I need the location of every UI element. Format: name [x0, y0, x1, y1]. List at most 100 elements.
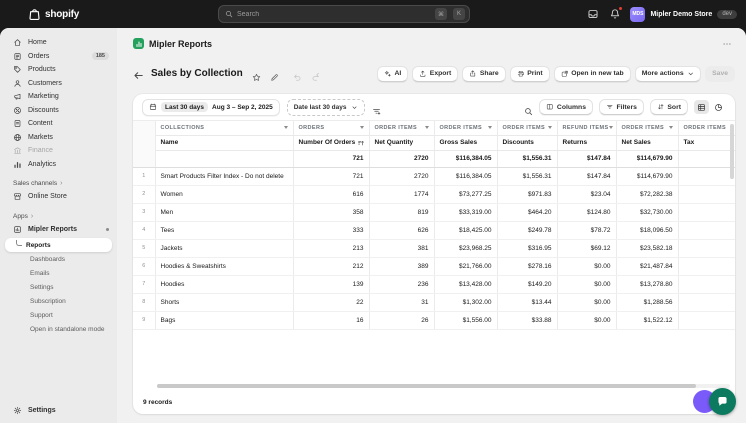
global-search[interactable]: ⌘ K	[218, 5, 470, 23]
horizontal-scrollbar[interactable]	[133, 382, 735, 390]
column-group-header[interactable]: ORDER ITEMS	[678, 121, 735, 136]
cell-value: $13,278.80	[616, 275, 679, 294]
column-group-header[interactable]: ORDERS	[293, 121, 370, 136]
chat-bubble-icon	[718, 396, 727, 406]
redo-button[interactable]	[311, 69, 320, 81]
sidebar-item-products[interactable]: Products	[0, 63, 117, 77]
sales-channels-header[interactable]: Sales channels ›	[13, 180, 109, 187]
table-search-button[interactable]	[524, 103, 533, 115]
app-subitem-reports[interactable]: Reports	[5, 238, 112, 252]
table-row[interactable]: 2 Women 616 1774 $73,277.25 $971.83 $23.04 $72,…	[133, 185, 735, 204]
table-row[interactable]: 8 Shorts 22 31 $1,302.00 $13.44 $0.00 $1,288.56	[133, 293, 735, 312]
column-header-tax[interactable]: Tax	[678, 135, 735, 151]
chevron-down-icon	[351, 104, 358, 111]
column-header-name[interactable]: Name	[155, 135, 294, 151]
chevron-down-icon	[687, 70, 695, 78]
shopify-logo[interactable]: shopify	[28, 8, 79, 21]
app-subitem-open-in-standalone-mode[interactable]: Open in standalone mode	[0, 322, 117, 336]
table-row[interactable]: 4 Tees 333 626 $18,425.00 $249.78 $78.72 $18,09…	[133, 221, 735, 240]
sidebar-item-marketing[interactable]: Marketing	[0, 90, 117, 104]
back-button[interactable]	[133, 68, 144, 79]
favorite-button[interactable]	[252, 69, 261, 81]
column-group-header[interactable]: REFUND ITEMS	[557, 121, 617, 136]
column-group-header[interactable]: ORDER ITEMS	[369, 121, 435, 136]
totals-cell: $116,384.05	[434, 150, 498, 168]
more-actions-button[interactable]: More actions	[634, 65, 702, 82]
rename-button[interactable]	[270, 69, 279, 81]
column-group-header[interactable]: ORDER ITEMS	[616, 121, 679, 136]
cell-value: $32,730.00	[616, 203, 679, 222]
app-subnav: Reports Dashboards Emails Settings Subscript…	[0, 238, 117, 336]
app-title: Mipler Reports	[149, 38, 213, 49]
sidebar-item-markets[interactable]: Markets	[0, 131, 117, 145]
save-button[interactable]: Save	[705, 65, 735, 82]
orders-count-badge: 185	[91, 52, 109, 61]
shopify-wordmark: shopify	[45, 8, 80, 20]
sort-button[interactable]: Sort	[649, 99, 688, 115]
app-more-button[interactable]	[720, 39, 734, 49]
app-subitem-subscription[interactable]: Subscription	[0, 294, 117, 308]
sidebar-item-customers[interactable]: Customers	[0, 77, 117, 91]
column-header-discounts[interactable]: Discounts	[497, 135, 558, 151]
column-group-header[interactable]: COLLECTIONS	[155, 121, 294, 136]
app-subitem-settings[interactable]: Settings	[0, 280, 117, 294]
ai-button[interactable]: AI	[376, 65, 409, 82]
date-range-picker[interactable]: Last 30 days Aug 3 – Sep 2, 2025	[142, 98, 280, 116]
sidebar-item-discounts[interactable]: Discounts	[0, 104, 117, 118]
share-button[interactable]: Share	[462, 65, 506, 82]
date-filter-dropdown[interactable]: Date last 30 days	[286, 98, 365, 116]
sidebar-item-content[interactable]: Content	[0, 117, 117, 131]
chart-view-button[interactable]	[711, 100, 726, 114]
vertical-scrollbar[interactable]	[730, 124, 734, 179]
sidebar-item-home[interactable]: Home	[0, 36, 117, 50]
column-group-header[interactable]: ORDER ITEMS	[497, 121, 558, 136]
cell-value	[678, 257, 735, 276]
table-row[interactable]: 7 Hoodies 139 236 $13,428.00 $149.20 $0.00 $13,…	[133, 275, 735, 294]
cell-name: Hoodies & Sweatshirts	[155, 257, 294, 276]
cell-value	[678, 239, 735, 258]
column-header-number-of-orders[interactable]: Number Of Orders	[293, 135, 370, 151]
sidebar-item-orders[interactable]: Orders 185	[0, 50, 117, 64]
apps-header[interactable]: Apps ›	[13, 213, 109, 220]
row-number: 2	[133, 185, 156, 204]
table-row[interactable]: 1 Smart Products Filter Index - Do not de…	[133, 167, 735, 186]
sidebar-item-finance[interactable]: Finance	[0, 144, 117, 158]
app-subitem-emails[interactable]: Emails	[0, 266, 117, 280]
horizontal-scrollbar-thumb[interactable]	[157, 384, 696, 388]
search-input[interactable]	[237, 10, 429, 18]
column-header-returns[interactable]: Returns	[557, 135, 617, 151]
table-row[interactable]: 6 Hoodies & Sweatshirts 212 389 $21,766.00 $2…	[133, 257, 735, 276]
cell-value: 358	[293, 203, 370, 222]
app-subitem-support[interactable]: Support	[0, 308, 117, 322]
column-header-gross-sales[interactable]: Gross Sales	[434, 135, 498, 151]
cell-value: $33,319.00	[434, 203, 498, 222]
sidebar-item-settings[interactable]: Settings	[0, 404, 117, 418]
column-header-net-quantity[interactable]: Net Quantity	[369, 135, 435, 151]
sidebar-item-online-store[interactable]: Online Store	[0, 190, 117, 204]
redo-icon	[311, 73, 320, 82]
notifications-button[interactable]	[608, 5, 624, 21]
sidebar-item-analytics[interactable]: Analytics	[0, 158, 117, 172]
table-row[interactable]: 3 Men 358 819 $33,319.00 $464.20 $124.80 $32,73…	[133, 203, 735, 222]
customers-icon	[13, 79, 22, 88]
column-header-net-sales[interactable]: Net Sales	[616, 135, 679, 151]
totals-cell: $147.84	[557, 150, 617, 168]
print-button[interactable]: Print	[509, 65, 550, 82]
sidebar-item-mipler-reports[interactable]: Mipler Reports	[0, 223, 117, 237]
undo-button[interactable]	[293, 69, 302, 81]
totals-row: 721 2720 $116,384.05 $1,556.31 $147.84 $114,6…	[133, 150, 735, 168]
table-row[interactable]: 9 Bags 16 26 $1,556.00 $33.88 $0.00 $1,522.12	[133, 311, 735, 330]
export-button[interactable]: Export	[412, 65, 459, 82]
inbox-button[interactable]	[586, 8, 599, 21]
table-view-button[interactable]	[694, 100, 709, 114]
table-row[interactable]: 5 Jackets 213 381 $23,968.25 $316.95 $69.12 $23…	[133, 239, 735, 258]
open-in-new-tab-button[interactable]: Open in new tab	[553, 65, 631, 82]
chat-widget-button[interactable]	[709, 388, 736, 415]
add-filter-button[interactable]	[372, 103, 381, 115]
filters-button[interactable]: Filters	[598, 99, 644, 115]
column-group-header[interactable]: ORDER ITEMS	[434, 121, 498, 136]
sidebar-item-label: Markets	[28, 133, 53, 141]
store-menu[interactable]: MDS Mipler Demo Store dev	[630, 6, 737, 22]
columns-button[interactable]: Columns	[539, 99, 593, 115]
app-subitem-dashboards[interactable]: Dashboards	[0, 252, 117, 266]
